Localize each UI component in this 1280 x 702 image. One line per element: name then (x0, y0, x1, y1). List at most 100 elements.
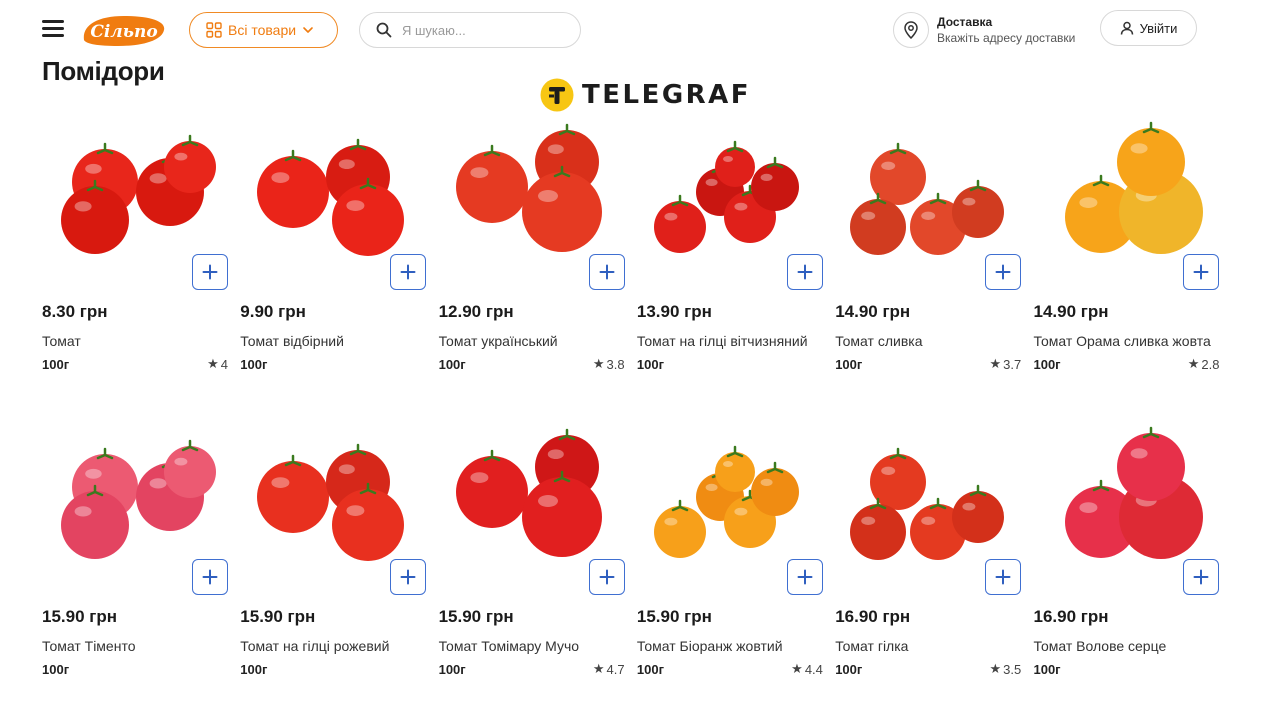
tomato-shape (714, 147, 755, 187)
product-image[interactable] (1033, 425, 1220, 597)
product-card[interactable]: 15.90 грн Томат Томімару Мучо 100г ★ 4.7 (439, 425, 625, 702)
product-name[interactable]: Томат Тіменто (42, 636, 228, 657)
product-name[interactable]: Томат гілка (835, 636, 1021, 657)
product-name[interactable]: Томат на гілці вітчизняний (637, 331, 823, 352)
add-to-cart-button[interactable] (192, 254, 228, 290)
product-card[interactable]: 12.90 грн Томат український 100г ★ 3.8 (439, 120, 625, 425)
product-name[interactable]: Томат сливка (835, 331, 1021, 352)
plus-icon (202, 569, 218, 585)
tomato-highlight (664, 212, 678, 221)
add-to-cart-button[interactable] (588, 559, 625, 595)
product-image[interactable] (835, 425, 1022, 597)
product-image[interactable] (240, 120, 427, 292)
product-card[interactable]: 16.90 грн Томат гілка 100г ★ 3.5 (835, 425, 1022, 702)
add-to-cart-button[interactable] (985, 254, 1022, 290)
product-weight: 100г (42, 356, 70, 372)
tomato-shape (750, 163, 799, 211)
rating-value: 3.5 (1003, 661, 1022, 677)
plus-icon (1193, 569, 1209, 585)
star-icon: ★ (207, 356, 219, 371)
product-rating: ★ 2.8 (1188, 356, 1220, 372)
tomato-highlight (339, 159, 356, 169)
login-button[interactable]: Увійти (1100, 10, 1197, 46)
add-to-cart-button[interactable] (786, 559, 823, 595)
product-card[interactable]: 15.90 грн Томат на гілці рожевий 100г ★ (240, 425, 427, 702)
product-image[interactable] (1033, 120, 1220, 292)
rating-value: 4 (220, 356, 228, 372)
product-meta: 100г ★ 3.8 (439, 356, 625, 372)
product-name[interactable]: Томат відбірний (240, 331, 426, 352)
product-name[interactable]: Томат український (439, 331, 625, 352)
product-image[interactable] (42, 120, 228, 292)
product-image[interactable] (42, 425, 228, 597)
menu-icon[interactable] (42, 20, 64, 38)
search-box[interactable] (359, 12, 581, 48)
tomato-highlight (149, 173, 167, 184)
product-name[interactable]: Томат Томімару Мучо (439, 636, 625, 657)
tomato-highlight (74, 201, 92, 212)
add-to-cart-button[interactable] (985, 559, 1022, 595)
watermark: TELEGRAF (540, 78, 751, 112)
product-image[interactable] (439, 425, 625, 597)
product-weight: 100г (636, 356, 664, 372)
product-meta: 100г ★ 2.8 (1033, 356, 1219, 372)
catalog-button[interactable]: Всі товари (189, 12, 338, 48)
tomato-highlight (962, 502, 976, 511)
product-card[interactable]: 14.90 грн Томат сливка 100г ★ 3.7 (835, 120, 1022, 425)
tomato-highlight (722, 461, 733, 467)
tomato-highlight (881, 466, 896, 475)
tomato-highlight (664, 517, 678, 526)
chevron-down-icon (303, 27, 313, 33)
product-meta: 100г ★ (1033, 661, 1219, 677)
add-to-cart-button[interactable] (1183, 254, 1220, 290)
product-card[interactable]: 15.90 грн Томат Біоранж жовтий 100г ★ 4.… (637, 425, 823, 702)
product-price: 15.90 грн (438, 607, 514, 626)
tomato-shape (1117, 433, 1186, 501)
add-to-cart-button[interactable] (1183, 559, 1220, 595)
logo[interactable]: Сільпо (78, 12, 168, 48)
tomato-highlight (537, 190, 558, 202)
product-image[interactable] (637, 425, 823, 597)
product-name[interactable]: Томат на гілці рожевий (240, 636, 426, 657)
product-name[interactable]: Томат Волове серце (1033, 636, 1219, 657)
product-image[interactable] (240, 425, 427, 597)
product-weight: 100г (1033, 356, 1061, 372)
product-card[interactable]: 16.90 грн Томат Волове серце 100г ★ (1033, 425, 1220, 702)
product-image[interactable] (439, 120, 625, 292)
product-name[interactable]: Томат Орама сливка жовта (1033, 331, 1219, 352)
add-to-cart-button[interactable] (588, 254, 625, 290)
tomato-highlight (85, 468, 102, 479)
product-name[interactable]: Томат (42, 331, 228, 352)
rating-value: 3.7 (1003, 356, 1022, 372)
product-name[interactable]: Томат Біоранж жовтий (637, 636, 823, 657)
product-image[interactable] (637, 120, 823, 292)
add-to-cart-button[interactable] (390, 254, 427, 290)
tomato-shape (952, 186, 1005, 238)
plus-icon (797, 264, 813, 280)
plus-icon (599, 569, 615, 585)
tomato-highlight (1131, 143, 1149, 154)
product-card[interactable]: 14.90 грн Томат Орама сливка жовта 100г … (1033, 120, 1220, 425)
tomato-highlight (921, 516, 936, 525)
product-card[interactable]: 15.90 грн Томат Тіменто 100г ★ (42, 425, 228, 702)
product-card[interactable]: 13.90 грн Томат на гілці вітчизняний 100… (637, 120, 823, 425)
plus-icon (599, 264, 615, 280)
product-meta: 100г ★ 3.5 (835, 661, 1021, 677)
tomato-highlight (149, 478, 167, 489)
product-image[interactable] (835, 120, 1022, 292)
product-price: 16.90 грн (835, 607, 911, 626)
product-price: 9.90 грн (240, 302, 306, 321)
add-to-cart-button[interactable] (192, 559, 228, 595)
search-input[interactable] (402, 22, 562, 38)
product-rating: ★ 4.4 (791, 661, 823, 677)
watermark-text: TELEGRAF (582, 80, 752, 110)
tomato-highlight (1131, 448, 1149, 459)
add-to-cart-button[interactable] (390, 559, 427, 595)
product-meta: 100г ★ 3.7 (835, 356, 1021, 372)
tomato-highlight (722, 156, 733, 162)
tomato-highlight (861, 211, 876, 220)
add-to-cart-button[interactable] (786, 254, 823, 290)
delivery-address[interactable]: Доставка Вкажіть адресу доставки (893, 10, 1075, 50)
product-card[interactable]: 8.30 грн Томат 100г ★ 4 (42, 120, 228, 425)
product-card[interactable]: 9.90 грн Томат відбірний 100г ★ (240, 120, 427, 425)
